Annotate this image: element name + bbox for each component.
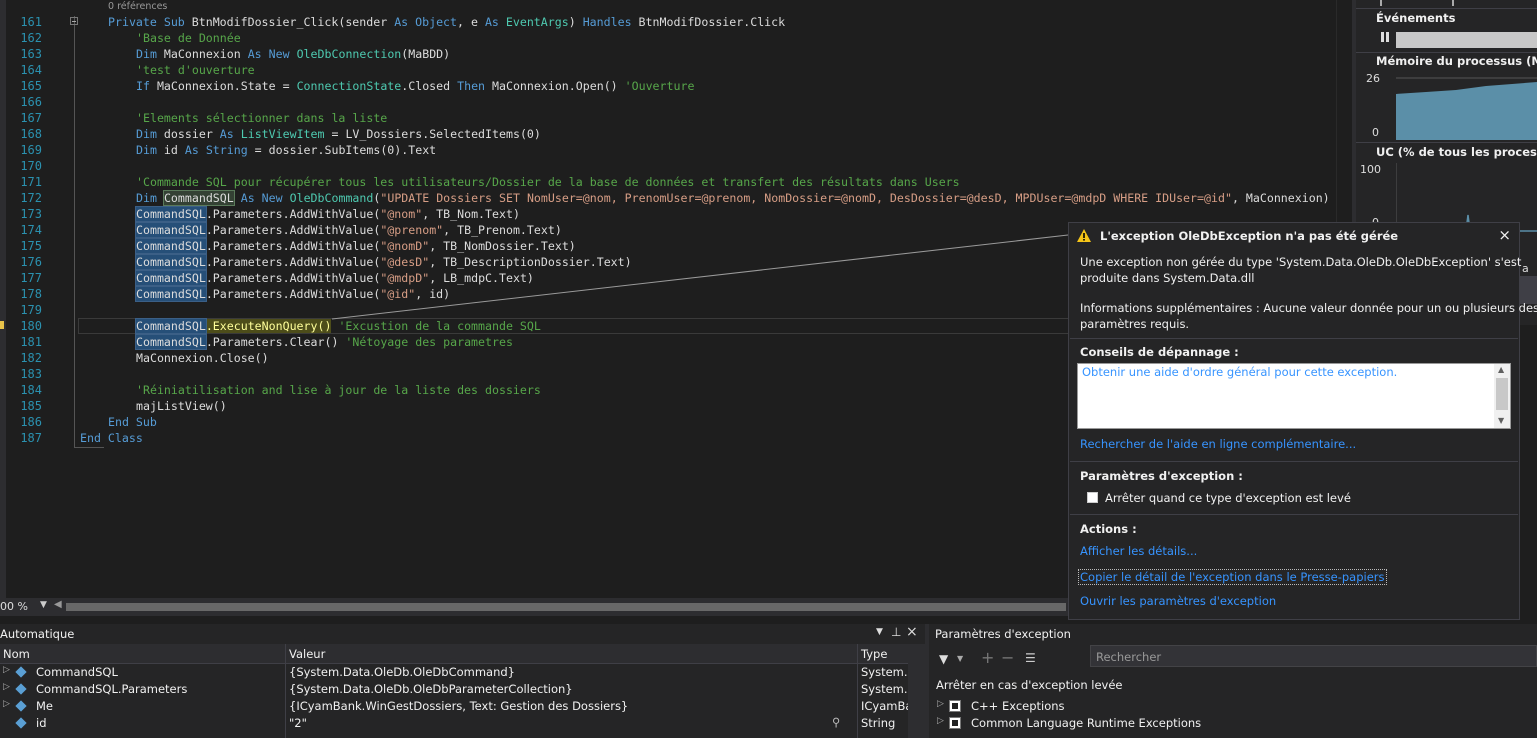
open-exception-settings-link[interactable]: Ouvrir les paramètres d'exception	[1080, 594, 1276, 608]
expand-icon[interactable]: ▷	[3, 699, 10, 709]
exception-description-line1: Une exception non gérée du type 'System.…	[1080, 255, 1522, 269]
autos-window: Automatique ▼ ⊥ × Nom Valeur Type ▷ Comma…	[0, 624, 925, 738]
autos-row[interactable]: ▷ CommandSQL.Parameters {System.Data.OleDb…	[0, 681, 916, 698]
memory-graph	[1396, 77, 1537, 140]
autos-name: CommandSQL.Parameters	[36, 682, 188, 696]
troubleshooting-scrollbar[interactable]: ▲ ▼	[1494, 364, 1510, 428]
autos-row[interactable]: ▷ CommandSQL {System.Data.OleDb.OleDbComma…	[0, 664, 916, 681]
scroll-thumb[interactable]	[1496, 378, 1508, 410]
category-checkbox[interactable]	[949, 700, 961, 712]
column-value-header[interactable]: Valeur	[289, 647, 325, 661]
exception-title: L'exception OleDbException n'a pas été g…	[1100, 229, 1399, 243]
diag-tab[interactable]	[1520, 276, 1537, 304]
add-icon[interactable]: +	[981, 648, 994, 667]
autos-name: CommandSQL	[36, 665, 118, 679]
editor-bottom-bar: 00 % ▼ ◀	[0, 598, 1090, 616]
exception-settings-title: Paramètres d'exception :	[1080, 469, 1243, 483]
autos-header: Nom Valeur Type	[0, 644, 908, 664]
autos-type: String	[861, 716, 896, 730]
events-title: Événements	[1376, 11, 1456, 25]
additional-info-line2: paramètres requis.	[1080, 317, 1190, 331]
exception-settings-window: Paramètres d'exception ▼ ▼ + − ☰ Recherc…	[929, 624, 1537, 738]
exception-category-row[interactable]: ▷ Common Language Runtime Exceptions	[929, 715, 1529, 732]
pin-icon[interactable]: ⊥	[891, 625, 901, 639]
additional-info-line1: Informations supplémentaires : Aucune va…	[1080, 301, 1537, 315]
exception-helper-popup: L'exception OleDbException n'a pas été g…	[1068, 222, 1537, 620]
filter-icon[interactable]: ▼	[939, 652, 948, 666]
troubleshooting-list[interactable]: Obtenir une aide d'ordre général pour ce…	[1077, 363, 1511, 429]
editor-horizontal-scrollbar[interactable]	[66, 603, 1066, 611]
autos-dropdown-icon[interactable]: ▼	[876, 627, 883, 637]
scroll-left-icon[interactable]: ◀	[54, 599, 62, 610]
expand-icon[interactable]: ▷	[3, 682, 10, 692]
filter-dropdown-icon[interactable]: ▼	[957, 654, 963, 663]
break-on-exception-label: Arrêter quand ce type d'exception est le…	[1105, 491, 1351, 505]
autos-name: id	[36, 716, 47, 730]
exception-settings-title: Paramètres d'exception	[935, 627, 1071, 641]
autos-value[interactable]: {System.Data.OleDb.OleDbParameterCollect…	[289, 682, 573, 696]
scroll-down-icon[interactable]: ▼	[1498, 416, 1504, 425]
category-checkbox[interactable]	[949, 717, 961, 729]
autos-value[interactable]: {ICyamBank.WinGestDossiers, Text: Gestio…	[289, 699, 628, 713]
cpu-title: UC (% de tous les processeurs)	[1376, 145, 1537, 159]
exception-search-input[interactable]: Rechercher	[1090, 645, 1537, 667]
break-on-exception-checkbox[interactable]	[1087, 492, 1098, 503]
remove-icon[interactable]: −	[1001, 648, 1014, 667]
category-label: Common Language Runtime Exceptions	[971, 716, 1202, 730]
timeline-marker	[1452, 0, 1454, 6]
list-view-icon[interactable]: ☰	[1025, 651, 1036, 665]
autos-type: ICyamBa	[861, 699, 913, 713]
autos-name: Me	[36, 699, 53, 713]
field-icon	[15, 717, 27, 729]
pause-icon[interactable]	[1380, 32, 1390, 42]
field-icon	[15, 666, 27, 678]
exception-category-row[interactable]: ▷ C++ Exceptions	[929, 698, 1529, 715]
field-icon	[15, 683, 27, 695]
cpu-max-label: 100	[1360, 163, 1381, 176]
warning-icon	[1077, 229, 1091, 243]
actions-title: Actions :	[1080, 522, 1137, 536]
autos-value[interactable]: "2"	[289, 716, 307, 730]
timeline-marker	[1380, 0, 1382, 6]
autos-scrollbar[interactable]	[908, 644, 925, 738]
memory-title: Mémoire du processus (Mo)	[1376, 54, 1537, 68]
category-label: C++ Exceptions	[971, 699, 1065, 713]
break-when-thrown-label: Arrêter en cas d'exception levée	[936, 678, 1123, 692]
scroll-up-icon[interactable]: ▲	[1498, 365, 1504, 374]
general-help-link[interactable]: Obtenir une aide d'ordre général pour ce…	[1082, 365, 1397, 379]
autos-row[interactable]: id "2" ⚲ String	[0, 715, 908, 732]
view-details-link[interactable]: Afficher les détails...	[1080, 544, 1197, 558]
expand-icon[interactable]: ▷	[937, 716, 944, 726]
column-name-header[interactable]: Nom	[3, 647, 30, 661]
magnifier-icon[interactable]: ⚲	[832, 715, 840, 729]
expand-icon[interactable]: ▷	[937, 699, 944, 709]
troubleshooting-title: Conseils de dépannage :	[1080, 345, 1239, 359]
autos-value[interactable]: {System.Data.OleDb.OleDbCommand}	[289, 665, 515, 679]
field-icon	[15, 700, 27, 712]
online-help-link[interactable]: Rechercher de l'aide en ligne complément…	[1080, 437, 1356, 451]
zoom-level[interactable]: 00 %	[0, 600, 28, 613]
zoom-dropdown-icon[interactable]: ▼	[40, 600, 47, 610]
exception-description-line2: produite dans System.Data.dll	[1080, 271, 1255, 285]
autos-close-icon[interactable]: ×	[906, 624, 918, 640]
column-type-header[interactable]: Type	[861, 647, 887, 661]
memory-min-label: 0	[1372, 126, 1379, 139]
expand-icon[interactable]: ▷	[3, 665, 10, 675]
close-icon[interactable]: ×	[1498, 226, 1511, 244]
autos-title: Automatique	[0, 627, 75, 641]
autos-row[interactable]: ▷ Me {ICyamBank.WinGestDossiers, Text: Ges…	[0, 698, 912, 715]
events-timeline-bar	[1396, 32, 1537, 48]
copy-details-link[interactable]: Copier le détail de l'exception dans le …	[1078, 569, 1387, 585]
memory-max-label: 26	[1366, 72, 1380, 85]
